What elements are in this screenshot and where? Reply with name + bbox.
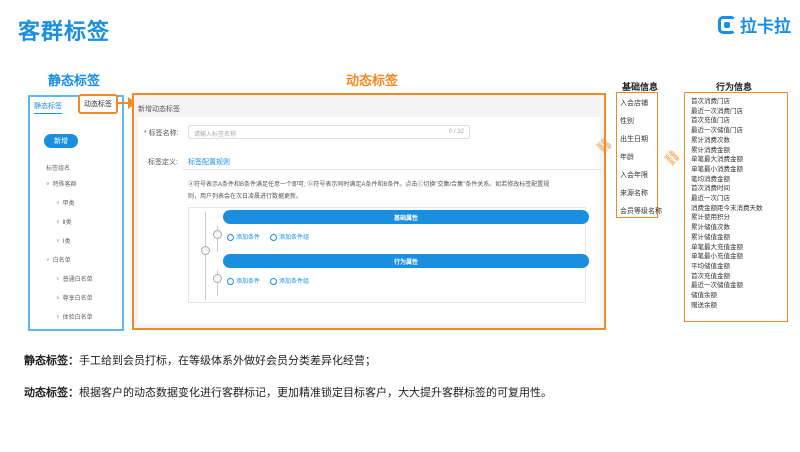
relation-toggle-icon[interactable] [213, 274, 222, 283]
behavior-info-item: 最近一次消费门店 [691, 107, 743, 115]
behavior-info-item: 单笔最大消费金额 [691, 156, 743, 164]
behavior-info-item: 消费金额距今末消费天数 [691, 204, 763, 212]
behavior-info-item: 首次消费门店 [691, 98, 730, 105]
static-tags-description: 静态标签：手工给到会员打标，在等级体系外做好会员分类差异化经营； [24, 352, 376, 368]
tab-static-tags[interactable]: 静态标签 [34, 101, 62, 114]
plus-icon [227, 233, 234, 241]
behavior-info-item: 笔均消费金额 [691, 175, 730, 183]
tab-dynamic-tags[interactable]: 动态标签 [78, 94, 118, 114]
char-counter: 0 / 32 [448, 129, 464, 135]
tag-name-input[interactable]: 请输入标签名称 0 / 32 [188, 125, 470, 139]
behavior-info-item: 赠送余额 [691, 301, 717, 309]
chevron-down-icon: ∨ [56, 237, 60, 244]
dynamic-tags-panel: 新增动态标签 * 标签名称: 请输入标签名称 0 / 32 标签定义: 标签配置… [132, 93, 606, 330]
add-condition-group-button[interactable]: 添加条件组 [270, 276, 309, 285]
brand-logo: 拉卡拉 [718, 12, 791, 37]
logo-icon [718, 15, 736, 34]
panel-title: 新增动态标签 [138, 106, 180, 113]
behavior-info-item: 首次充值金额 [691, 272, 730, 280]
static-tags-heading: 静态标签 [48, 73, 101, 88]
behavior-info-list: 首次消费门店 最近一次消费门店 首次充值门店 最近一次储值门店 累计消费次数 累… [684, 92, 788, 322]
behavior-info-item: 首次充值门店 [691, 117, 730, 125]
basic-info-item: 入会年限 [620, 172, 648, 179]
static-term: 静态标签： [24, 355, 79, 367]
basic-info-item: 性别 [620, 118, 634, 125]
add-condition-group-button[interactable]: 添加条件组 [270, 232, 309, 241]
tag-name-label: * 标签名称: [144, 130, 179, 137]
behavior-items: 首次消费门店 最近一次消费门店 首次充值门店 最近一次储值门店 累计消费次数 累… [691, 97, 763, 310]
group-basic-attributes: 基础属性 [223, 210, 589, 224]
chevron-down-icon: ∨ [56, 294, 60, 301]
behavior-info-item: 单笔最大充值金额 [691, 243, 743, 251]
tree-item-trial-whitelist[interactable]: ∨ 体验白名单 [56, 312, 93, 322]
behavior-info-item: 累计消费次数 [691, 136, 730, 144]
basic-info-item: 年龄 [620, 154, 634, 161]
behavior-info-item: 累计使用积分 [691, 214, 730, 222]
connector-line [205, 212, 206, 300]
behavior-info-item: 最近一次储值门店 [691, 127, 743, 135]
tree-item-class-2[interactable]: ∨ Ⅱ类 [56, 217, 72, 227]
plus-icon [227, 277, 234, 285]
group-basic-actions: 添加条件 添加条件组 [227, 232, 309, 241]
tree-item-special[interactable]: ∨ 特殊客群 [46, 179, 77, 189]
basic-info-item: 入会店铺 [620, 100, 648, 107]
plus-icon [270, 233, 278, 241]
chevron-down-icon: ∨ [56, 218, 60, 225]
dynamic-tags-heading: 动态标签 [346, 73, 399, 88]
tag-definition-label: 标签定义: [148, 159, 178, 166]
group-behavior-attributes: 行为属性 [223, 254, 589, 268]
behavior-info-item: 累计储值金额 [691, 233, 730, 241]
tree-item-premium-whitelist[interactable]: ∨ 尊享白名单 [56, 293, 93, 303]
add-condition-button[interactable]: 添加条件 [227, 276, 260, 285]
behavior-info-item: 首次消费时间 [691, 185, 730, 193]
tree-item-normal-whitelist[interactable]: ∨ 普通白名单 [56, 274, 93, 284]
static-tags-panel: 静态标签 新增 标签组名 ∨ 特殊客群 ∨ 甲类 ∨ Ⅱ类 ∨ Ⅰ类 ∨ 白名单 ∨ 普通白… [28, 95, 124, 331]
behavior-info-item: 最近一次储值金额 [691, 282, 743, 290]
behavior-info-item: 累计消费金额 [691, 146, 730, 154]
basic-info-item: 出生日期 [620, 136, 648, 143]
plus-icon [270, 277, 278, 285]
link-icon: ⛓ [660, 146, 684, 169]
group-behavior-actions: 添加条件 添加条件组 [227, 276, 309, 285]
logo-text: 拉卡拉 [740, 17, 791, 36]
tag-group-header: 标签组名 [46, 166, 71, 172]
relation-toggle-icon[interactable] [213, 230, 222, 239]
behavior-info-item: 储值余额 [691, 292, 717, 300]
static-text: 手工给到会员打标，在等级体系外做好会员分类差异化经营； [79, 355, 376, 367]
chevron-down-icon: ∨ [56, 313, 60, 320]
tag-name-placeholder: 请输入标签名称 [194, 132, 237, 138]
chevron-down-icon: ∨ [56, 275, 60, 282]
behavior-info-item: 平均储值金额 [691, 262, 730, 270]
add-button[interactable]: 新增 [44, 134, 78, 148]
tree-item-whitelist[interactable]: ∨ 白名单 [46, 255, 71, 265]
dynamic-term: 动态标签： [24, 387, 79, 399]
relation-toggle-icon[interactable] [201, 246, 210, 255]
dynamic-text: 根据客户的动态数据变化进行客群标记，更加精准锁定目标客户，大大提升客群标签的可复… [79, 387, 552, 399]
behavior-info-item: 累计储值次数 [691, 224, 730, 232]
basic-info-list: 入会店铺 性别 出生日期 年龄 入会年限 来源名称 会员等级名称 [616, 92, 662, 218]
tree-item-class-a[interactable]: ∨ 甲类 [56, 198, 75, 208]
chevron-down-icon: ∨ [46, 180, 50, 187]
condition-groups: 基础属性 添加条件 添加条件组 行为属性 添加条件 添加条件组 [188, 207, 589, 303]
chevron-down-icon: ∨ [46, 256, 50, 263]
dynamic-tags-description: 动态标签：根据客户的动态数据变化进行客群标记，更加精准锁定目标客户，大大提升客群… [24, 384, 552, 400]
chevron-down-icon: ∨ [56, 199, 60, 206]
basic-info-item: 来源名称 [620, 190, 648, 197]
behavior-info-item: 单笔最小消费金额 [691, 165, 743, 173]
rule-description: ⓐ符号表示A条件和B条件满足任意一个即可; ⓑ符号表示同时满足A条件和B条件。点… [188, 182, 550, 200]
tree-item-class-1[interactable]: ∨ Ⅰ类 [56, 236, 70, 246]
tab-divider [182, 169, 602, 170]
add-condition-button[interactable]: 添加条件 [227, 232, 260, 241]
behavior-info-item: 单笔最小充值金额 [691, 253, 743, 261]
form-area: * 标签名称: 请输入标签名称 0 / 32 标签定义: 标签配置规则 ⓐ符号表… [138, 117, 602, 324]
basic-info-item: 会员等级名称 [620, 208, 662, 215]
behavior-info-item: 最近一次门店 [691, 195, 730, 203]
page-title: 客群标签 [18, 19, 111, 44]
